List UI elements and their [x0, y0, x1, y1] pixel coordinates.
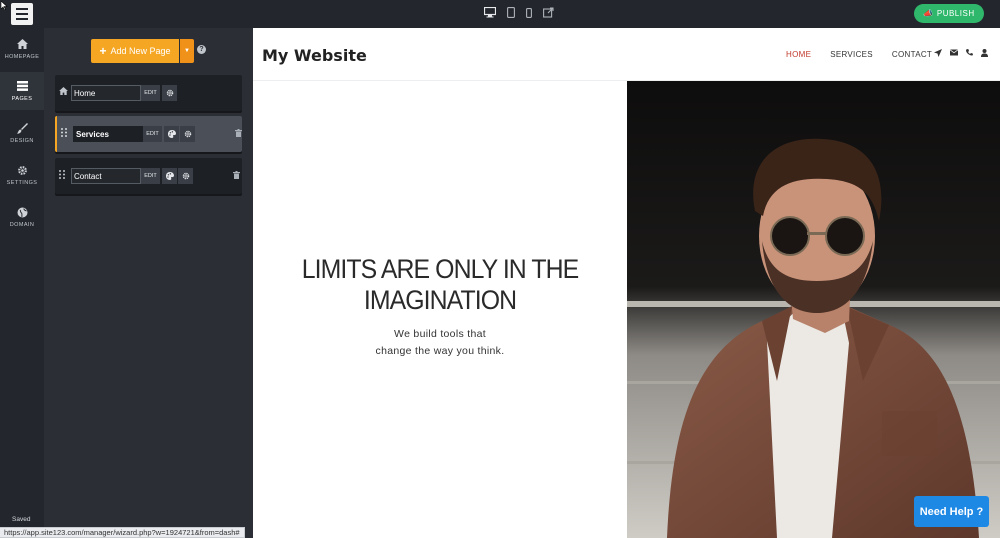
gear-icon [17, 165, 28, 177]
site-title[interactable]: My Website [262, 46, 367, 65]
need-help-button[interactable]: Need Help ? [914, 496, 989, 527]
caret-down-icon: ▼ [184, 48, 190, 54]
palette-icon[interactable] [162, 168, 177, 184]
plus-icon: + [99, 44, 107, 58]
hero-text-section: LIMITS ARE ONLY IN THE IMAGINATION We bu… [253, 81, 627, 538]
device-switcher [483, 5, 554, 23]
edit-page-button[interactable]: EDIT [141, 168, 160, 184]
hero-title[interactable]: LIMITS ARE ONLY IN THE IMAGINATION [286, 254, 593, 316]
site-nav: HOME SERVICES CONTACT [786, 50, 932, 59]
pages-icon [16, 80, 28, 93]
icon-sidebar: HOMEPAGE PAGES DESIGN SETTINGS DOMAIN Sa… [0, 28, 44, 538]
hero-subtitle-line: change the way you think. [375, 345, 505, 357]
sidebar-item-homepage[interactable]: HOMEPAGE [0, 30, 44, 68]
top-bar: 📣 PUBLISH [0, 0, 1000, 28]
mouse-cursor-icon [1, 1, 8, 10]
hero-subtitle[interactable]: We build tools that change the way you t… [313, 326, 567, 360]
tablet-icon[interactable] [507, 5, 515, 23]
browser-status-url: https://app.site123.com/manager/wizard.p… [0, 527, 245, 538]
palette-icon[interactable] [164, 126, 179, 142]
publish-label: PUBLISH [936, 9, 975, 18]
phone-icon[interactable] [966, 49, 973, 59]
user-icon[interactable] [981, 49, 988, 59]
publish-button[interactable]: 📣 PUBLISH [914, 4, 984, 23]
gear-icon[interactable] [162, 85, 177, 101]
location-arrow-icon[interactable] [934, 49, 942, 59]
home-icon [16, 38, 28, 51]
edit-page-button[interactable]: EDIT [141, 85, 160, 101]
gear-icon[interactable] [180, 126, 195, 142]
page-row-services[interactable]: Services EDIT [55, 116, 242, 152]
page-name-field[interactable]: Home [71, 85, 141, 101]
globe-icon [17, 207, 28, 219]
menu-icon[interactable] [11, 3, 33, 25]
sidebar-item-pages[interactable]: PAGES [0, 72, 44, 110]
gear-icon[interactable] [178, 168, 193, 184]
nav-link-services[interactable]: SERVICES [830, 50, 873, 59]
hero-image[interactable] [627, 81, 1000, 538]
page-row-home[interactable]: Home EDIT [55, 75, 242, 111]
nav-link-home[interactable]: HOME [786, 50, 811, 59]
drag-handle-icon[interactable] [59, 170, 65, 181]
site-header: My Website HOME SERVICES CONTACT [253, 28, 1000, 81]
hero-title-line: IMAGINATION [363, 285, 517, 315]
website-preview[interactable]: My Website HOME SERVICES CONTACT LIMITS … [253, 28, 1000, 538]
mobile-icon[interactable] [526, 5, 532, 23]
hero-title-line: LIMITS ARE ONLY IN THE [301, 254, 579, 284]
brush-icon [16, 122, 28, 135]
save-status: Saved [12, 516, 31, 523]
edit-page-button[interactable]: EDIT [143, 126, 162, 142]
trash-icon[interactable] [235, 129, 242, 139]
trash-icon[interactable] [233, 171, 240, 181]
home-icon [59, 87, 68, 97]
nav-link-contact[interactable]: CONTACT [892, 50, 932, 59]
add-new-page-label: Add New Page [110, 46, 171, 56]
add-page-dropdown-button[interactable]: ▼ [180, 39, 194, 63]
drag-handle-icon[interactable] [61, 128, 67, 139]
help-icon[interactable]: ? [197, 45, 206, 54]
page-name-field[interactable]: Services [73, 126, 143, 142]
desktop-icon[interactable] [483, 5, 497, 23]
hero-subtitle-line: We build tools that [394, 328, 486, 340]
sidebar-item-domain[interactable]: DOMAIN [0, 198, 44, 236]
add-new-page-button[interactable]: + Add New Page [91, 39, 179, 63]
envelope-icon[interactable] [949, 49, 959, 59]
site-header-icons [934, 49, 988, 59]
pages-panel: + Add New Page ▼ ? Home EDIT Services ED… [44, 28, 253, 538]
page-row-contact[interactable]: Contact EDIT [55, 158, 242, 194]
megaphone-icon: 📣 [923, 9, 934, 18]
sidebar-item-design[interactable]: DESIGN [0, 114, 44, 152]
sidebar-item-settings[interactable]: SETTINGS [0, 156, 44, 194]
page-name-field[interactable]: Contact [71, 168, 141, 184]
external-link-icon[interactable] [543, 5, 554, 23]
